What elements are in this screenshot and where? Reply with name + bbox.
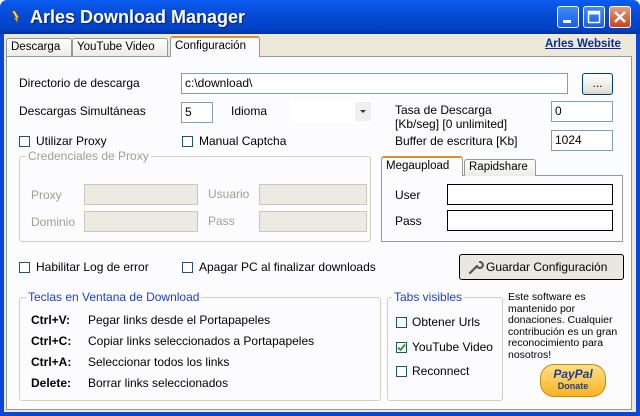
proxy-label: Proxy [31, 188, 62, 202]
proxy-user-input[interactable] [259, 184, 367, 205]
rate-label-2: [Kb/seg] [0 unlimited] [395, 117, 508, 131]
shortcut-desc: Copiar links seleccionados a Portapapele… [88, 334, 315, 348]
save-config-label: Guardar Configuración [486, 260, 608, 274]
proxy-user-label: Usuario [208, 187, 250, 201]
shortcut-desc: Borrar links seleccionados [88, 376, 229, 390]
reconnect-label: Reconnect [412, 364, 470, 378]
save-config-button[interactable]: Guardar Configuración [459, 254, 624, 280]
arles-website-link[interactable]: Arles Website [545, 38, 621, 50]
simultaneous-label: Descargas Simultáneas [19, 104, 146, 118]
shutdown-checkbox[interactable] [182, 262, 193, 273]
account-user-input[interactable] [447, 184, 613, 205]
proxy-domain-input[interactable] [84, 211, 198, 232]
proxy-pass-label: Pass [208, 214, 235, 228]
shortcut-desc: Seleccionar todos los links [88, 355, 230, 369]
error-log-checkbox[interactable] [19, 262, 30, 273]
language-label: Idioma [231, 104, 268, 118]
shortcut-desc: Pegar links desde el Portapapeles [88, 313, 271, 327]
shortcut-key: Ctrl+V: [31, 313, 71, 327]
buffer-input[interactable]: 1024 [551, 130, 613, 151]
maximize-button[interactable] [583, 6, 605, 28]
minimize-icon [563, 20, 571, 23]
proxy-input[interactable] [84, 184, 198, 205]
buffer-label: Buffer de escritura [Kb] [395, 134, 518, 148]
youtube-video-checkbox[interactable] [396, 342, 407, 353]
download-dir-input[interactable]: c:\download\ [181, 73, 568, 94]
chevron-down-icon [360, 110, 366, 113]
tab-configuracion[interactable]: Configuración [170, 36, 260, 57]
obtener-urls-label: Obtener Urls [412, 315, 481, 329]
shortcuts-title: Teclas en Ventana de Download [26, 290, 202, 304]
language-dropdown-button[interactable] [355, 102, 371, 121]
error-log-label: Habilitar Log de error [36, 260, 149, 274]
rate-label-1: Tasa de Descarga [395, 103, 492, 117]
close-button[interactable] [609, 6, 631, 28]
window-frame-right [636, 34, 640, 416]
proxy-credentials-title: Credenciales de Proxy [26, 149, 151, 163]
simultaneous-input[interactable]: 5 [181, 102, 213, 123]
use-proxy-checkbox[interactable] [19, 136, 30, 147]
tab-rapidshare[interactable]: Rapidshare [464, 159, 536, 176]
proxy-pass-input[interactable] [259, 211, 367, 232]
manual-captcha-label: Manual Captcha [199, 134, 287, 148]
tab-descarga[interactable]: Descarga [6, 38, 72, 56]
tab-megaupload[interactable]: Megaupload [381, 156, 463, 176]
window-frame-bottom [0, 412, 640, 416]
reconnect-checkbox[interactable] [396, 366, 407, 377]
manual-captcha-checkbox[interactable] [182, 136, 193, 147]
obtener-urls-checkbox[interactable] [396, 317, 407, 328]
maximize-icon [587, 10, 601, 24]
shortcut-key: Ctrl+C: [31, 334, 72, 348]
paypal-donate-button[interactable]: PayPal Donate [540, 364, 606, 397]
visible-tabs-title: Tabs visibles [392, 290, 465, 304]
youtube-video-label: YouTube Video [412, 340, 493, 354]
account-pass-label: Pass [395, 214, 422, 228]
check-icon [397, 343, 406, 352]
close-icon [614, 11, 626, 23]
donate-label: Donate [557, 381, 589, 391]
paypal-logo: PayPal [553, 367, 593, 381]
account-pass-input[interactable] [447, 210, 613, 231]
download-dir-label: Directorio de descarga [19, 76, 140, 90]
minimize-button[interactable] [557, 6, 579, 28]
window-title: Arles Download Manager [30, 7, 246, 27]
proxy-domain-label: Dominio [31, 215, 76, 229]
donation-text: Este software es mantenido por donacione… [508, 291, 618, 361]
use-proxy-label: Utilizar Proxy [36, 134, 107, 148]
browse-button[interactable]: ... [582, 73, 613, 95]
tab-youtube-video[interactable]: YouTube Video [72, 38, 168, 56]
shortcut-key: Ctrl+A: [31, 355, 72, 369]
shortcut-key: Delete: [31, 376, 72, 390]
app-icon [11, 10, 20, 24]
wrench-icon [468, 260, 484, 275]
rate-input[interactable]: 0 [551, 101, 613, 122]
shutdown-label: Apagar PC al finalizar downloads [199, 260, 376, 274]
account-user-label: User [395, 188, 421, 202]
